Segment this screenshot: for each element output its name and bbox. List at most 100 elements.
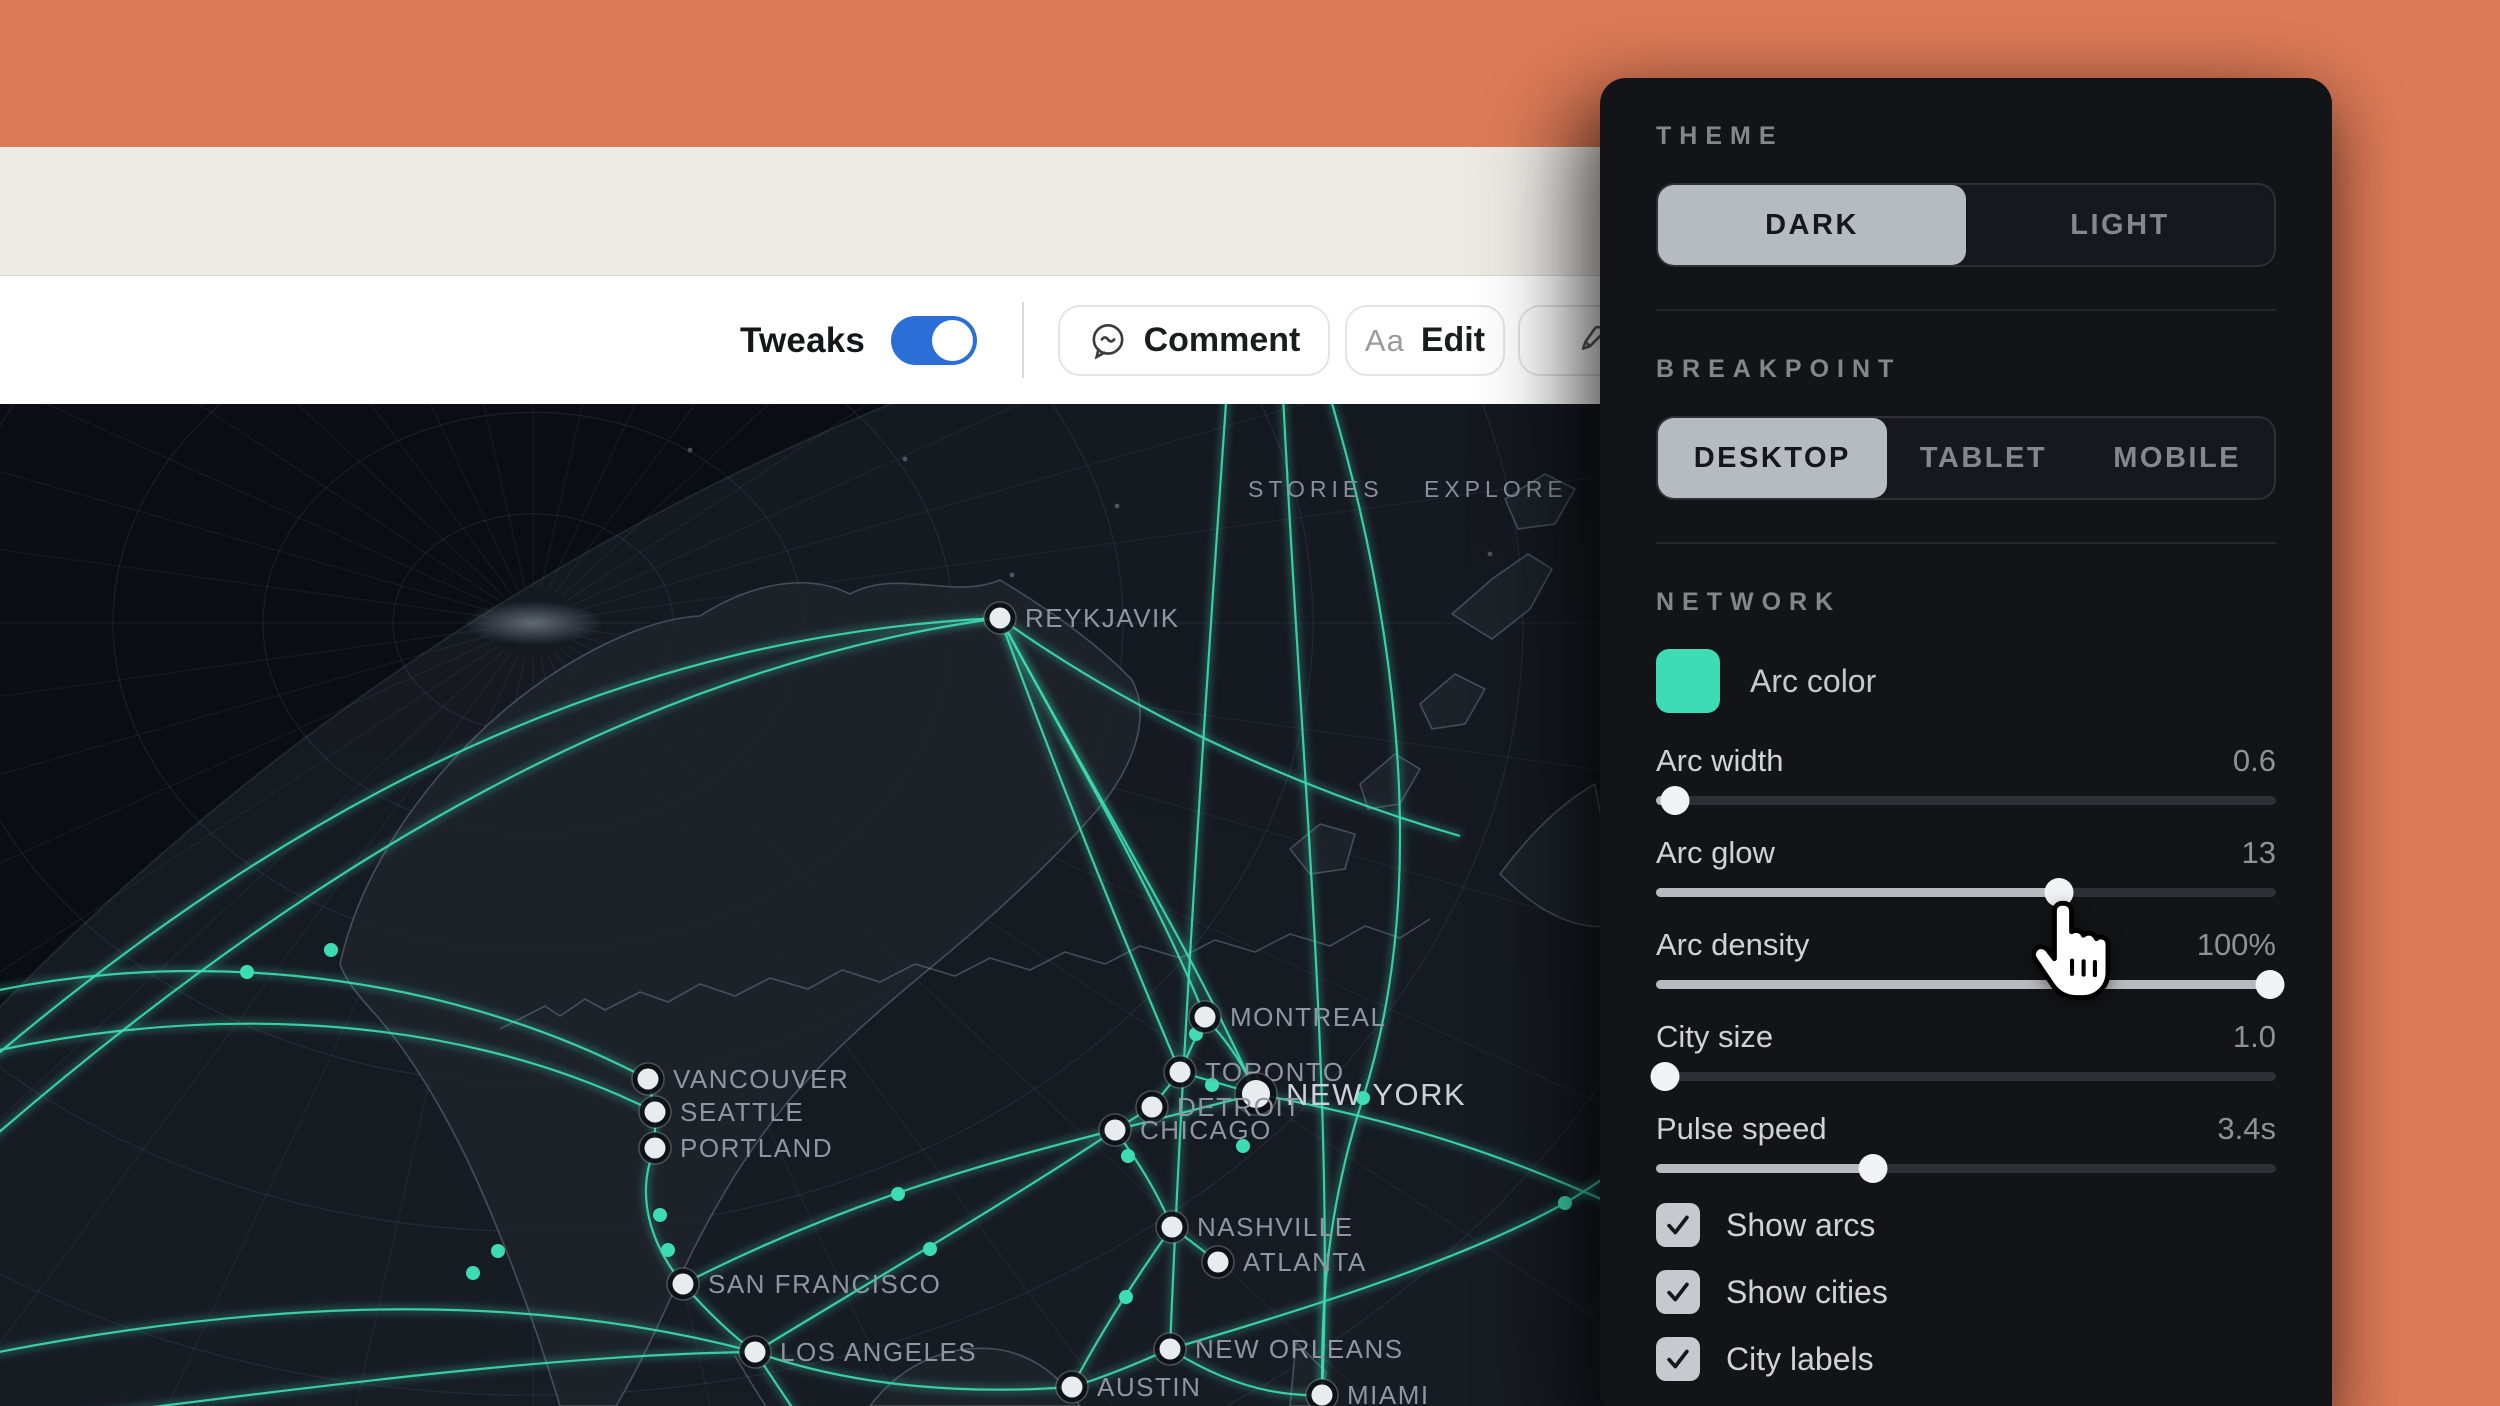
city-marker-miami[interactable]: MIAMI — [1306, 1379, 1430, 1406]
desktop-background: Tweaks Comment Aa Edit — [0, 0, 2500, 1406]
arc-node-dot — [466, 1266, 480, 1280]
city-dot — [1170, 1062, 1191, 1083]
city-dot — [1208, 1252, 1229, 1273]
checkbox-checked-icon[interactable] — [1656, 1270, 1700, 1314]
breakpoint-option-tablet[interactable]: TABLET — [1887, 418, 2081, 498]
city-label: ATLANTA — [1243, 1247, 1367, 1277]
slider-group-arc-density: Arc density 100% — [1656, 927, 2276, 999]
comment-button[interactable]: Comment — [1058, 305, 1330, 376]
arc-color-label: Arc color — [1750, 663, 1876, 700]
arc-node-dot — [324, 943, 338, 957]
breakpoint-segmented-control: DESKTOPTABLETMOBILE — [1656, 416, 2276, 500]
pulse-speed-value: 3.4s — [2217, 1111, 2276, 1147]
map-nav-stories[interactable]: STORIES — [1248, 476, 1384, 503]
city-label: REYKJAVIK — [1025, 603, 1180, 633]
panel-divider — [1656, 309, 2276, 311]
arc-node-dot — [240, 965, 254, 979]
arc-width-label: Arc width — [1656, 743, 1783, 779]
city-label: MIAMI — [1347, 1380, 1430, 1406]
tweaks-toggle[interactable] — [891, 316, 977, 365]
panel-divider — [1656, 542, 2276, 544]
arc-width-slider[interactable] — [1656, 785, 2276, 815]
arc-node-dot — [923, 1242, 937, 1256]
theme-segmented-control: DARKLIGHT — [1656, 183, 2276, 267]
city-dot — [1195, 1007, 1216, 1028]
map-nav-explore[interactable]: EXPLORE — [1424, 476, 1568, 503]
pulse-speed-slider[interactable] — [1656, 1153, 2276, 1183]
arc-density-slider[interactable] — [1656, 969, 2276, 999]
arc-glow-value: 13 — [2242, 835, 2276, 871]
edit-button-label: Edit — [1421, 321, 1485, 360]
city-dot — [645, 1138, 666, 1159]
show-cities-label: Show cities — [1726, 1274, 1888, 1311]
arc-density-label: Arc density — [1656, 927, 1809, 963]
slider-group-arc-width: Arc width 0.6 — [1656, 743, 2276, 815]
toolbar-divider — [1022, 302, 1024, 378]
checkbox-checked-icon[interactable] — [1656, 1337, 1700, 1381]
city-dot — [645, 1102, 666, 1123]
arc-width-value: 0.6 — [2233, 743, 2276, 779]
comment-button-label: Comment — [1144, 321, 1301, 360]
city-size-slider-thumb[interactable] — [1651, 1062, 1680, 1091]
arc-node-dot — [661, 1243, 675, 1257]
checkbox-row-show-arcs[interactable]: Show arcs — [1656, 1203, 2276, 1247]
edit-button[interactable]: Aa Edit — [1345, 305, 1505, 376]
arc-color-row: Arc color — [1656, 649, 2276, 713]
city-dot — [1312, 1385, 1333, 1406]
city-marker-san-francisco[interactable]: SAN FRANCISCO — [667, 1268, 941, 1300]
arc-node-dot — [491, 1244, 505, 1258]
city-dot — [673, 1274, 694, 1295]
city-marker-chicago[interactable]: CHICAGO — [1099, 1114, 1272, 1146]
star-dot — [1488, 552, 1493, 557]
city-label: NASHVILLE — [1197, 1212, 1354, 1242]
city-dot — [638, 1069, 659, 1090]
tweaks-panel: THEME DARKLIGHT BREAKPOINT DESKTOPTABLET… — [1600, 78, 2332, 1406]
slider-group-pulse-speed: Pulse speed3.4s — [1656, 1111, 2276, 1183]
arc-density-value: 100% — [2197, 927, 2276, 963]
city-label: NEW ORLEANS — [1195, 1334, 1404, 1364]
arc-glow-slider[interactable] — [1656, 877, 2276, 907]
city-size-slider[interactable] — [1656, 1061, 2276, 1091]
network-sliders: Arc width 0.6 Arc glow 13 Arc density 100% Cit… — [1656, 743, 2276, 1183]
city-dot — [1162, 1217, 1183, 1238]
city-label: VANCOUVER — [673, 1064, 849, 1094]
arc-width-slider-thumb[interactable] — [1660, 786, 1689, 815]
toggle-knob — [932, 320, 973, 361]
city-dot — [1062, 1377, 1083, 1398]
arc-node-dot — [1558, 1196, 1572, 1210]
theme-option-light[interactable]: LIGHT — [1966, 185, 2274, 265]
city-dot — [990, 608, 1011, 629]
city-labels-label: City labels — [1726, 1341, 1874, 1378]
arc-color-swatch[interactable] — [1656, 649, 1720, 713]
city-label: NEW YORK — [1286, 1077, 1466, 1112]
checkbox-row-show-cities[interactable]: Show cities — [1656, 1270, 2276, 1314]
city-label: AUSTIN — [1097, 1372, 1201, 1402]
breakpoint-option-mobile[interactable]: MOBILE — [2080, 418, 2274, 498]
arc-node-dot — [1119, 1290, 1133, 1304]
city-marker-atlanta[interactable]: ATLANTA — [1202, 1246, 1367, 1278]
typography-icon: Aa — [1365, 323, 1405, 359]
city-marker-seattle[interactable]: SEATTLE — [639, 1096, 804, 1128]
network-checkboxes: Show arcs Show cities City labels — [1656, 1203, 2276, 1381]
city-size-label: City size — [1656, 1019, 1773, 1055]
city-marker-austin[interactable]: AUSTIN — [1056, 1371, 1201, 1403]
checkbox-checked-icon[interactable] — [1656, 1203, 1700, 1247]
arc-glow-label: Arc glow — [1656, 835, 1775, 871]
show-arcs-label: Show arcs — [1726, 1207, 1875, 1244]
pulse-speed-slider-thumb[interactable] — [1859, 1154, 1888, 1183]
theme-option-dark[interactable]: DARK — [1658, 185, 1966, 265]
city-label: PORTLAND — [680, 1133, 833, 1163]
city-dot — [1160, 1339, 1181, 1360]
hand-cursor-pointer — [2032, 898, 2114, 1004]
city-size-value: 1.0 — [2233, 1019, 2276, 1055]
tweaks-toggle-group: Tweaks — [740, 276, 977, 405]
checkbox-row-city-labels[interactable]: City labels — [1656, 1337, 2276, 1381]
city-label: MONTREAL — [1230, 1002, 1386, 1032]
breakpoint-option-desktop[interactable]: DESKTOP — [1658, 418, 1887, 498]
star-dot — [1115, 504, 1120, 509]
comment-bubble-icon — [1088, 321, 1128, 361]
arc-density-slider-thumb[interactable] — [2255, 970, 2284, 999]
breakpoint-section-label: BREAKPOINT — [1656, 355, 2276, 384]
arc-node-dot — [653, 1208, 667, 1222]
city-dot — [1105, 1120, 1126, 1141]
